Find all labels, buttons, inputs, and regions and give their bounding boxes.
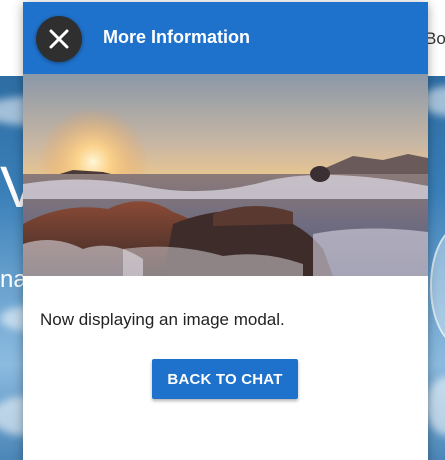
background-nav-text: Bo — [425, 29, 445, 48]
close-button[interactable] — [36, 16, 82, 62]
modal-image — [23, 74, 428, 276]
background-orb — [430, 226, 445, 346]
modal-body-text: Now displaying an image modal. — [40, 310, 285, 329]
modal-title: More Information — [103, 27, 250, 47]
sunset-ocean-photo — [23, 74, 428, 276]
image-modal: More Information Now displaying an image… — [23, 2, 428, 460]
close-icon — [49, 29, 69, 49]
modal-header: More Information — [23, 2, 428, 74]
back-to-chat-button[interactable]: BACK TO CHAT — [152, 359, 298, 399]
